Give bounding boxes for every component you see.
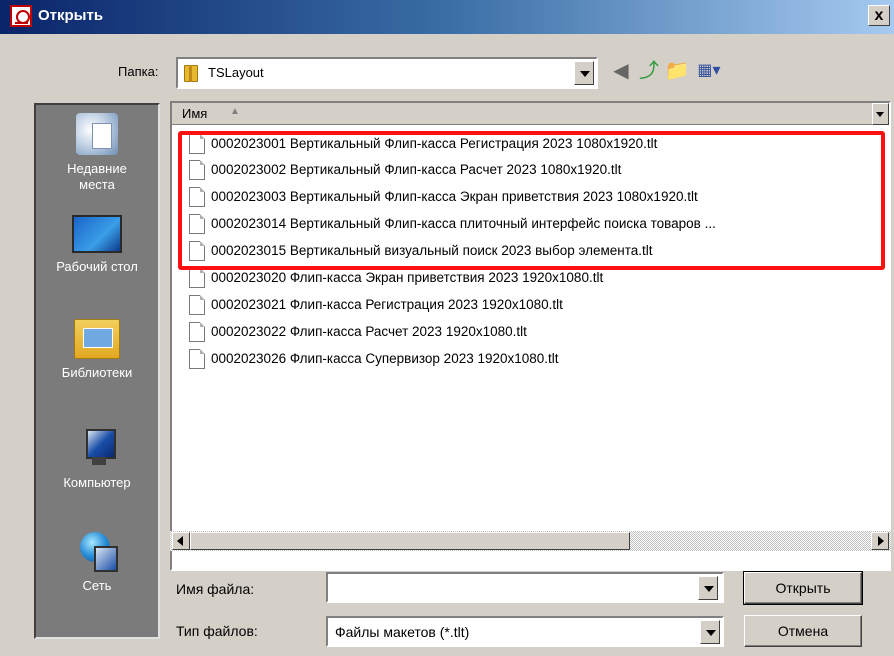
scroll-left-icon[interactable] bbox=[172, 532, 190, 550]
chevron-down-icon[interactable] bbox=[698, 576, 718, 600]
list-item[interactable]: 0002023001 Вертикальный Флип-касса Регис… bbox=[172, 132, 862, 156]
list-item[interactable]: 0002023020 Флип-касса Экран приветствия … bbox=[172, 266, 862, 290]
places-bar: Недавние места Рабочий стол Библиотеки К… bbox=[34, 103, 160, 639]
scroll-right-icon[interactable] bbox=[871, 532, 889, 550]
open-button[interactable]: Открыть bbox=[743, 571, 863, 605]
chevron-down-icon[interactable] bbox=[574, 61, 594, 85]
list-item[interactable]: 0002023022 Флип-касса Расчет 2023 1920x1… bbox=[172, 320, 862, 344]
back-icon[interactable]: ◀ bbox=[608, 58, 634, 84]
place-label: Рабочий стол bbox=[56, 259, 138, 274]
file-icon bbox=[189, 241, 205, 261]
file-name: 0002023002 Вертикальный Флип-касса Расче… bbox=[211, 162, 622, 177]
place-label: Недавние bbox=[67, 161, 127, 176]
close-button[interactable]: x bbox=[868, 5, 890, 26]
file-icon bbox=[189, 349, 205, 369]
file-icon bbox=[189, 160, 205, 180]
place-libraries[interactable]: Библиотеки bbox=[36, 319, 158, 381]
file-icon bbox=[189, 295, 205, 315]
filetype-label: Тип файлов: bbox=[176, 623, 258, 639]
file-name: 0002023001 Вертикальный Флип-касса Регис… bbox=[211, 136, 658, 151]
file-name: 0002023026 Флип-касса Супервизор 2023 19… bbox=[211, 351, 559, 366]
filetype-value: Файлы макетов (*.tlt) bbox=[335, 624, 470, 640]
window-title: Открыть bbox=[38, 7, 104, 24]
column-dropdown-button[interactable] bbox=[872, 103, 889, 125]
file-icon bbox=[189, 134, 205, 154]
list-item[interactable]: 0002023026 Флип-касса Супервизор 2023 19… bbox=[172, 347, 862, 371]
folder-combobox[interactable]: TSLayout bbox=[176, 57, 598, 89]
file-list[interactable]: Имя ▲ 0002023001 Вертикальный Флип-касса… bbox=[170, 101, 891, 571]
title-bar: Открыть x bbox=[0, 0, 894, 34]
cancel-button[interactable]: Отмена bbox=[744, 615, 862, 647]
file-name: 0002023015 Вертикальный визуальный поиск… bbox=[211, 243, 653, 258]
file-name: 0002023020 Флип-касса Экран приветствия … bbox=[211, 270, 604, 285]
file-icon bbox=[189, 187, 205, 207]
recent-places-icon bbox=[76, 113, 118, 155]
list-item[interactable]: 0002023003 Вертикальный Флип-касса Экран… bbox=[172, 185, 862, 209]
folder-icon bbox=[184, 65, 198, 82]
place-label: Компьютер bbox=[63, 475, 131, 490]
file-name: 0002023021 Флип-касса Регистрация 2023 1… bbox=[211, 297, 563, 312]
new-folder-icon[interactable]: 📁 bbox=[664, 58, 690, 84]
folder-name: TSLayout bbox=[208, 65, 264, 80]
filename-input[interactable] bbox=[326, 572, 724, 603]
place-desktop[interactable]: Рабочий стол bbox=[36, 215, 158, 275]
horizontal-scrollbar[interactable] bbox=[170, 531, 891, 551]
place-network[interactable]: Сеть bbox=[36, 530, 158, 594]
chevron-down-icon[interactable] bbox=[700, 620, 720, 644]
list-item[interactable]: 0002023021 Флип-касса Регистрация 2023 1… bbox=[172, 293, 862, 317]
network-icon bbox=[76, 530, 118, 572]
filename-dropdown[interactable] bbox=[694, 574, 720, 601]
place-computer[interactable]: Компьютер bbox=[36, 427, 158, 491]
up-folder-icon[interactable]: ⤴ bbox=[636, 58, 662, 84]
libraries-icon bbox=[74, 319, 120, 359]
file-name: 0002023003 Вертикальный Флип-касса Экран… bbox=[211, 189, 698, 204]
file-name: 0002023014 Вертикальный Флип-касса плито… bbox=[211, 216, 716, 231]
list-item[interactable]: 0002023014 Вертикальный Флип-касса плито… bbox=[172, 212, 862, 236]
filetype-combobox[interactable]: Файлы макетов (*.tlt) bbox=[326, 616, 724, 647]
scroll-thumb[interactable] bbox=[190, 532, 630, 550]
file-icon bbox=[189, 214, 205, 234]
place-recent[interactable]: Недавние места bbox=[36, 113, 158, 193]
folder-label: Папка: bbox=[118, 64, 159, 79]
file-icon bbox=[189, 322, 205, 342]
app-icon bbox=[10, 5, 32, 27]
desktop-icon bbox=[72, 215, 122, 253]
views-menu-icon[interactable]: ▦▾ bbox=[692, 58, 726, 84]
place-label: Библиотеки bbox=[61, 365, 133, 380]
file-name: 0002023022 Флип-касса Расчет 2023 1920x1… bbox=[211, 324, 527, 339]
column-header-name[interactable]: Имя ▲ bbox=[172, 103, 872, 125]
place-label: Сеть bbox=[82, 578, 112, 593]
sort-ascending-icon: ▲ bbox=[230, 106, 240, 117]
list-item[interactable]: 0002023002 Вертикальный Флип-касса Расче… bbox=[172, 158, 862, 182]
column-name-label: Имя bbox=[182, 106, 208, 121]
computer-icon bbox=[78, 427, 116, 469]
list-item[interactable]: 0002023015 Вертикальный визуальный поиск… bbox=[172, 239, 862, 263]
filename-label: Имя файла: bbox=[176, 581, 255, 597]
file-icon bbox=[189, 268, 205, 288]
place-label: места bbox=[79, 177, 115, 192]
